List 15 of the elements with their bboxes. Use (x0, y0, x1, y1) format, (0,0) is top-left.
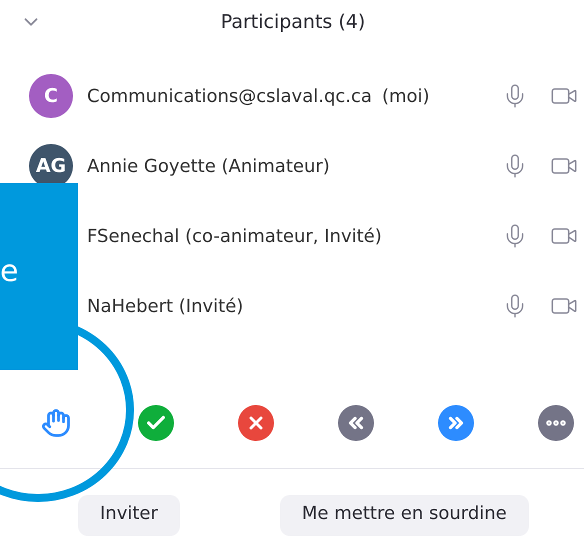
action-button[interactable]: Inviter (78, 495, 180, 536)
action-button[interactable]: Me mettre en sourdine (280, 495, 529, 536)
participant-name: NaHebert (Invité) (87, 296, 244, 316)
checkmark-icon[interactable] (138, 405, 174, 441)
participant-tag: (moi) (382, 86, 430, 106)
panel-title: Participants (4) (220, 11, 366, 33)
participant-name: FSenechal (co-animateur, Invité) (87, 226, 382, 246)
avatar: C (29, 74, 73, 118)
close-icon[interactable] (238, 405, 274, 441)
double-left-chevron-icon[interactable] (338, 405, 374, 441)
double-right-chevron-icon[interactable] (438, 405, 474, 441)
callout-text: e (0, 254, 18, 289)
participant-name: Communications@cslaval.qc.ca (87, 86, 372, 106)
participant-name: Annie Goyette (Animateur) (87, 156, 330, 176)
more-icon[interactable] (538, 405, 574, 441)
